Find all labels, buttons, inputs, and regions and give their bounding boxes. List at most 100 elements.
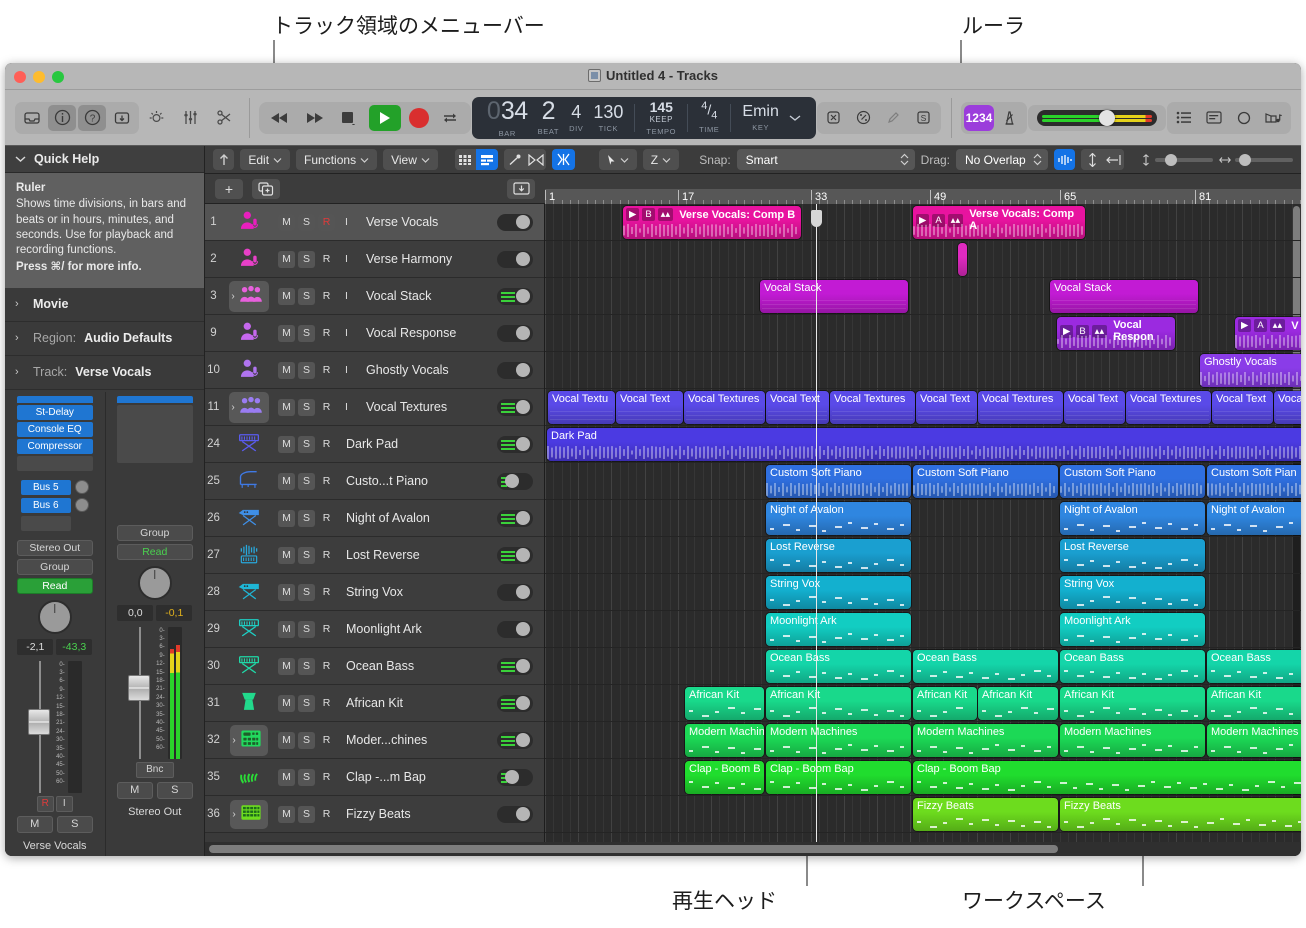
- region[interactable]: Night of Avalon: [1207, 502, 1301, 535]
- metronome-icon[interactable]: [996, 105, 1024, 131]
- region[interactable]: ▶ A ▴▴ Verse Vocals: Comp A: [913, 206, 1085, 239]
- track-icon-container[interactable]: [222, 208, 276, 237]
- region-play-icon[interactable]: ▶: [626, 208, 640, 221]
- solo-button[interactable]: S: [298, 546, 315, 564]
- track-icon-container[interactable]: [222, 467, 276, 496]
- disclosure-triangle-icon[interactable]: ›: [231, 402, 234, 413]
- mute-button[interactable]: M: [278, 509, 295, 527]
- solo-button[interactable]: S: [298, 472, 315, 490]
- play-icon[interactable]: [369, 104, 402, 131]
- mute-button[interactable]: M: [278, 250, 295, 268]
- solo-button[interactable]: S: [298, 435, 315, 453]
- track-header[interactable]: 28 M S R String Vox: [205, 574, 544, 611]
- record-enable-button[interactable]: R: [318, 732, 335, 749]
- track-name[interactable]: Night of Avalon: [335, 511, 497, 525]
- region[interactable]: Clap - Boom B: [685, 761, 764, 794]
- region[interactable]: Vocal Stack: [1050, 280, 1198, 313]
- track-icon-container[interactable]: [222, 652, 276, 681]
- volume-value[interactable]: -2,1: [17, 638, 54, 655]
- plugin-slot[interactable]: [116, 395, 193, 403]
- toggle-knob[interactable]: [516, 289, 530, 303]
- region[interactable]: African Kit: [978, 687, 1058, 720]
- solo-button[interactable]: S: [298, 731, 315, 749]
- vertical-zoom-slider[interactable]: [1141, 153, 1213, 166]
- inspector-item-track[interactable]: › Track: Verse Vocals: [5, 355, 204, 390]
- region[interactable]: Modern Machines: [766, 724, 911, 757]
- record-enable-button[interactable]: R: [318, 399, 335, 416]
- solo-icon[interactable]: S: [910, 105, 938, 131]
- region-comp-icon[interactable]: ▴▴: [657, 208, 674, 221]
- record-enable-button[interactable]: R: [318, 213, 335, 231]
- record-enable-button[interactable]: R: [318, 436, 335, 453]
- region[interactable]: Moonlight Ark: [1060, 613, 1205, 646]
- region[interactable]: Vocal Stack: [760, 280, 908, 313]
- track-name[interactable]: Lost Reverse: [335, 548, 497, 562]
- region[interactable]: Ocean Bass: [913, 650, 1058, 683]
- track-header[interactable]: 29 M S R Moonlight Ark: [205, 611, 544, 648]
- region[interactable]: Ocean Bass: [1060, 650, 1205, 683]
- disclosure-triangle-icon[interactable]: ›: [232, 735, 235, 746]
- bounce-button[interactable]: Bnc: [135, 761, 174, 778]
- track-header[interactable]: 9 M S R I Vocal Response: [205, 315, 544, 352]
- track-name[interactable]: Ghostly Vocals: [355, 363, 497, 377]
- track-icon-container[interactable]: ›: [222, 724, 276, 756]
- send-slot-empty[interactable]: [20, 515, 71, 531]
- toggle-knob[interactable]: [516, 252, 530, 266]
- track-icon-container[interactable]: [222, 689, 276, 718]
- automation-mode-button[interactable]: Read: [16, 577, 93, 594]
- snap-select[interactable]: Smart: [736, 149, 915, 170]
- mute-button[interactable]: M: [116, 781, 153, 799]
- solo-button[interactable]: S: [298, 768, 315, 786]
- region[interactable]: Vocal Text: [916, 391, 977, 424]
- track-volume-toggle[interactable]: [497, 398, 533, 416]
- track-volume-toggle[interactable]: [497, 509, 533, 527]
- lcd-bar[interactable]: 034 BAR: [482, 97, 533, 139]
- track-volume-toggle[interactable]: [497, 805, 533, 823]
- solo-button[interactable]: S: [56, 815, 93, 833]
- group-button[interactable]: Group: [116, 524, 193, 541]
- track-name[interactable]: Verse Harmony: [355, 252, 497, 266]
- horizontal-zoom-icon[interactable]: [1102, 149, 1125, 170]
- lcd-display[interactable]: 034 BAR 2 BEAT 4 DIV 130 TICK 145 KEEP T…: [471, 96, 816, 139]
- solo-button[interactable]: S: [298, 287, 315, 305]
- region[interactable]: Night of Avalon: [1060, 502, 1205, 535]
- solo-button[interactable]: S: [298, 694, 315, 712]
- region[interactable]: African Kit: [1060, 687, 1205, 720]
- region[interactable]: String Vox: [766, 576, 911, 609]
- toggle-knob[interactable]: [516, 437, 530, 451]
- horizontal-zoom-slider[interactable]: [1219, 153, 1293, 166]
- track-name[interactable]: African Kit: [335, 696, 497, 710]
- track-lane[interactable]: [545, 241, 1301, 278]
- region[interactable]: Custom Soft Piano: [1060, 465, 1205, 498]
- record-enable-button[interactable]: R: [318, 473, 335, 490]
- lcd-tick[interactable]: 130 TICK: [588, 97, 628, 139]
- region[interactable]: Voca: [1274, 391, 1301, 424]
- record-icon[interactable]: [409, 107, 430, 128]
- track-name[interactable]: Vocal Stack: [355, 289, 497, 303]
- region[interactable]: African Kit: [685, 687, 764, 720]
- region[interactable]: Fizzy Beats: [913, 798, 1058, 831]
- lcd-key[interactable]: Emin KEY: [737, 97, 783, 139]
- send-knob[interactable]: [74, 498, 89, 513]
- mute-button[interactable]: M: [278, 361, 295, 379]
- track-volume-toggle[interactable]: [497, 250, 533, 268]
- track-volume-toggle[interactable]: [497, 657, 533, 675]
- info-icon[interactable]: [48, 104, 76, 131]
- solo-button[interactable]: S: [298, 805, 315, 823]
- region[interactable]: African Kit: [913, 687, 977, 720]
- browsers-icon[interactable]: [1260, 105, 1288, 131]
- solo-button[interactable]: S: [298, 509, 315, 527]
- vertical-zoom-icon[interactable]: [1081, 149, 1103, 170]
- mute-button[interactable]: M: [278, 398, 295, 416]
- region[interactable]: Fizzy Beats: [1060, 798, 1301, 831]
- region[interactable]: Vocal Textures: [830, 391, 915, 424]
- library-icon[interactable]: [18, 105, 46, 131]
- track-volume-toggle[interactable]: [497, 546, 533, 564]
- region[interactable]: Vocal Textures: [684, 391, 765, 424]
- functions-menu[interactable]: Functions: [296, 149, 378, 170]
- track-name[interactable]: Custo...t Piano: [335, 474, 497, 488]
- track-name[interactable]: Clap -...m Bap: [335, 770, 497, 784]
- track-volume-toggle[interactable]: [497, 287, 533, 305]
- volume-knob[interactable]: [1098, 109, 1115, 126]
- track-icon-container[interactable]: [222, 356, 276, 385]
